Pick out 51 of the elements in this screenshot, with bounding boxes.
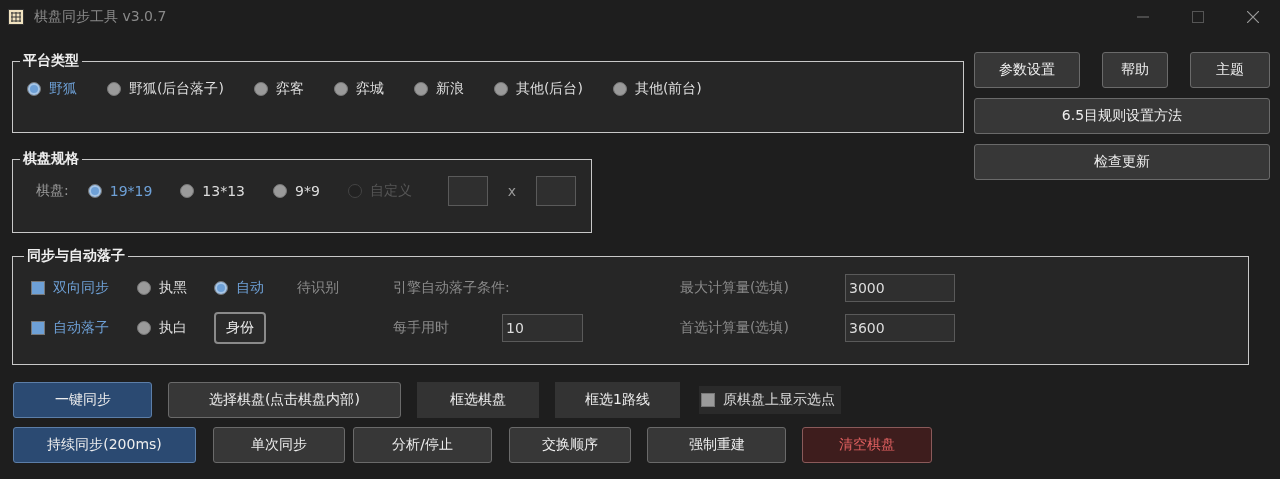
board-size-radio[interactable]: 9*9 [273,183,320,199]
time-field[interactable]: 10 [502,314,583,342]
engine-label: 引擎自动落子条件: [393,279,511,297]
action-button[interactable]: 强制重建 [647,427,786,463]
action-button[interactable]: 交换顺序 [509,427,631,463]
action-button[interactable]: 单次同步 [213,427,345,463]
width-field[interactable] [447,176,488,206]
action-button[interactable]: 框选棋盘 [417,382,539,418]
toolbar-button[interactable]: 主题 [1190,52,1270,88]
time-label: 每手用时 [393,319,450,337]
platform-radio[interactable]: 其他(前台) [612,80,702,98]
pref-field[interactable]: 3600 [845,314,955,342]
platform-radio[interactable]: 其他(后台) [493,80,583,98]
action-button[interactable]: 持续同步(200ms) [13,427,196,463]
platform-radio[interactable]: 弈客 [253,80,304,98]
group-title: 棋盘规格 [22,150,80,168]
platform-radio[interactable]: 弈城 [333,80,384,98]
height-field[interactable] [536,176,577,206]
max-label: 最大计算量(选填) [680,279,790,297]
two-way-checkbox[interactable]: 双向同步 [31,279,137,297]
board-size-radio[interactable]: 13*13 [180,183,245,199]
wide-button[interactable]: 检查更新 [974,144,1270,180]
identity-button[interactable]: 身份 [214,312,266,344]
platform-radio[interactable]: 野狐(后台落子) [107,80,224,98]
window-title: 棋盘同步工具 v3.0.7 [34,8,167,26]
side-radio[interactable]: 执黑 [137,279,214,297]
status-text: 待识别 [297,279,340,297]
group-title: 平台类型 [22,52,80,70]
show-points-checkbox[interactable]: 原棋盘上显示选点 [699,386,841,414]
toolbar-button[interactable]: 帮助 [1102,52,1168,88]
max-field[interactable]: 3000 [845,274,955,302]
action-button[interactable]: 选择棋盘(点击棋盘内部) [168,382,401,418]
action-button[interactable]: 框选1路线 [555,382,680,418]
side-radio[interactable]: 执白 [137,319,214,337]
action-button[interactable]: 清空棋盘 [802,427,932,463]
side-radio[interactable]: 自动 [214,279,297,297]
action-button[interactable]: 一键同步 [13,382,152,418]
times-sign: x [507,183,517,199]
maximize-icon[interactable] [1192,11,1204,23]
wide-button[interactable]: 6.5目规则设置方法 [974,98,1270,134]
platform-radio[interactable]: 新浪 [413,80,464,98]
pref-label: 首选计算量(选填) [680,319,790,337]
group-title: 同步与自动落子 [26,247,126,265]
app-icon [8,9,24,25]
action-button[interactable]: 分析/停止 [353,427,492,463]
auto-play-checkbox[interactable]: 自动落子 [31,319,137,337]
toolbar-button[interactable]: 参数设置 [974,52,1080,88]
platform-radio[interactable]: 野狐 [27,80,77,98]
close-icon[interactable] [1247,11,1259,23]
board-label: 棋盘: [36,182,69,200]
board-size-radio[interactable]: 19*19 [87,183,153,199]
